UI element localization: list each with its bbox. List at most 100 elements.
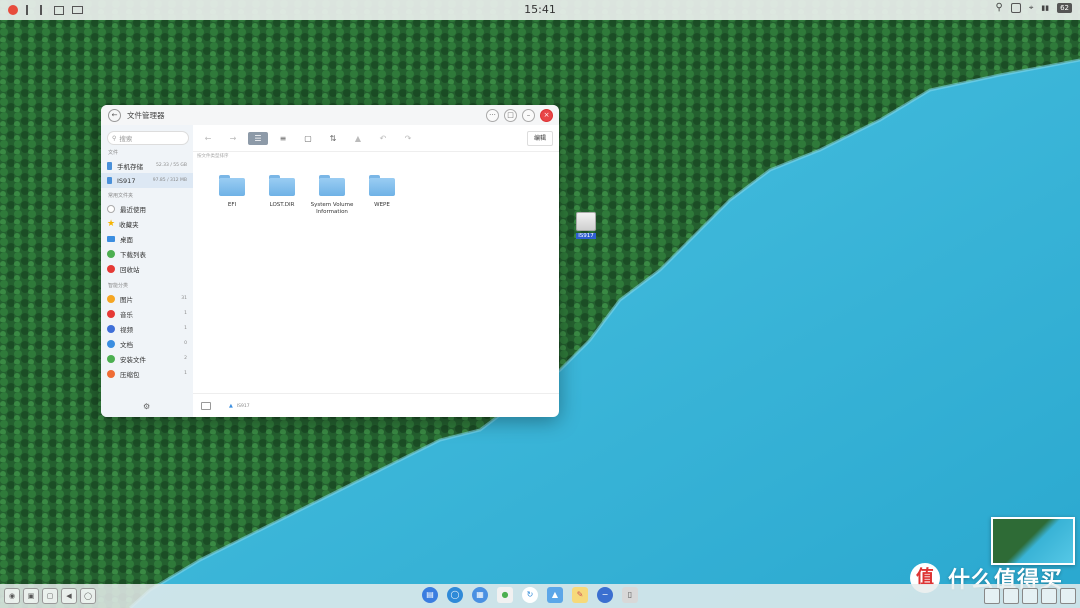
folder-name: System Volume Information: [310, 202, 354, 215]
sidebar-item-trash[interactable]: 回收站: [101, 261, 193, 276]
sidebar-item-label: 音乐: [120, 310, 133, 319]
wifi-icon: ⌖: [1028, 2, 1034, 12]
folder-item-system-volume-information[interactable]: System Volume Information: [307, 175, 357, 215]
folder-item-lost-dir[interactable]: LOST.DIR: [257, 175, 307, 215]
sidebar-item-label: 图片: [120, 295, 133, 304]
desktop-drive-shortcut[interactable]: IS917: [574, 212, 598, 239]
section-files: 文件: [108, 150, 119, 156]
file-area[interactable]: 按文件类型排序 EFI LOST.DIR System Volume Infor…: [193, 151, 559, 391]
tray-window-icon[interactable]: [1003, 588, 1019, 604]
wallpaper-thumbnail[interactable]: [991, 517, 1075, 565]
refresh-app-icon[interactable]: ↻: [522, 587, 538, 603]
record-icon[interactable]: [8, 5, 18, 15]
folder-name: EFI: [227, 202, 237, 208]
file-manager-window: ← 文件管理器 ··· □ – × ⚲ 搜索 文件 手机存储 52.33 / 5…: [101, 105, 559, 417]
sidebar-item-archives[interactable]: 压缩包 1: [101, 366, 193, 381]
clean-icon[interactable]: ▲: [348, 132, 368, 145]
tray-desktop-icon[interactable]: [1060, 588, 1076, 604]
app-drawer-icon[interactable]: ▦: [472, 587, 488, 603]
folder-item-wepe[interactable]: WEPE: [357, 175, 407, 215]
search-icon[interactable]: ⚲: [996, 2, 1003, 13]
sort-icon[interactable]: ⇅: [323, 132, 343, 145]
sidebar-item-documents[interactable]: 文档 0: [101, 336, 193, 351]
window-icon[interactable]: [1010, 2, 1021, 13]
nav-forward-icon[interactable]: →: [223, 132, 243, 145]
sidebar-item-label: 视频: [120, 325, 133, 334]
install-icon: [107, 354, 115, 363]
document-icon: [107, 339, 115, 348]
breadcrumb[interactable]: IS917: [237, 404, 250, 409]
browser-app-icon[interactable]: ◯: [447, 587, 463, 603]
folder-icon: [369, 175, 395, 196]
item-count: 0: [184, 341, 187, 346]
folder-name: LOST.DIR: [269, 202, 295, 208]
sidebar-item-phone-storage[interactable]: 手机存储 52.33 / 55 GB: [101, 158, 193, 173]
sidebar-item-images[interactable]: 图片 31: [101, 291, 193, 306]
sidebar-item-label: 回收站: [120, 265, 140, 274]
folder-icon: [269, 175, 295, 196]
settings-app-icon[interactable]: −: [597, 587, 613, 603]
tray-keyboard-icon[interactable]: [1041, 588, 1057, 604]
back-nav-icon[interactable]: ◀: [61, 588, 77, 604]
sidebar-item-label: 手机存储: [117, 162, 143, 171]
folder-name: WEPE: [374, 202, 390, 208]
desktop-icon: [107, 235, 115, 242]
drive-label: IS917: [576, 233, 596, 239]
window-switch-icon[interactable]: ▢: [42, 588, 58, 604]
section-smart: 智能分类: [108, 283, 129, 289]
undo-icon[interactable]: ↶: [373, 132, 393, 145]
window-titlebar[interactable]: ← 文件管理器 ··· □ – ×: [101, 105, 559, 125]
close-button[interactable]: ×: [540, 109, 553, 122]
sidebar-item-label: 收藏夹: [119, 220, 139, 229]
trash-icon: [107, 264, 115, 273]
item-count: 1: [184, 371, 187, 376]
sidebar-item-recent[interactable]: 最近使用: [101, 201, 193, 216]
sidebar-item-desktop[interactable]: 桌面: [101, 231, 193, 246]
folder-outline-icon[interactable]: [201, 402, 211, 410]
notes-app-icon[interactable]: ✎: [572, 587, 588, 603]
edit-button[interactable]: 编辑: [527, 131, 553, 146]
sidebar-item-music[interactable]: 音乐 1: [101, 306, 193, 321]
sidebar-item-label: 压缩包: [120, 370, 140, 379]
drive-icon: [107, 177, 112, 184]
item-count: 1: [184, 326, 187, 331]
home-icon[interactable]: ◯: [80, 588, 96, 604]
maximize-button[interactable]: □: [504, 109, 517, 122]
sort-hint: 按文件类型排序: [197, 154, 229, 159]
folder-item-efi[interactable]: EFI: [207, 175, 257, 215]
sidebar-item-label: 安装文件: [120, 355, 146, 364]
more-options-button[interactable]: ···: [486, 109, 499, 122]
sidebar-item-label: IS917: [117, 176, 136, 185]
search-input[interactable]: ⚲ 搜索: [107, 131, 189, 145]
gallery-app-icon[interactable]: ▲: [547, 587, 563, 603]
folder-icon: [219, 175, 245, 196]
back-icon[interactable]: ←: [108, 108, 121, 122]
icon-view-button[interactable]: ☰: [248, 131, 268, 145]
taskbar: ◉ ▣ ▢ ◀ ◯ ▤ ◯ ▦ ● ↻ ▲ ✎ − ▯: [0, 584, 1080, 608]
phone-icon: [107, 161, 112, 170]
new-folder-icon[interactable]: ▢: [298, 132, 318, 145]
tray-photo-icon[interactable]: [984, 588, 1000, 604]
sidebar-item-is917[interactable]: IS917 97.85 / 312 MB: [101, 173, 193, 188]
monitor-icon: [72, 6, 83, 14]
drive-icon: [576, 212, 596, 231]
list-view-button[interactable]: ≡: [273, 132, 293, 145]
folder-icon: [319, 175, 345, 196]
settings-gear-icon[interactable]: ⚙: [143, 402, 150, 411]
tray-window-icon[interactable]: [1022, 588, 1038, 604]
photos-app-icon[interactable]: ●: [497, 587, 513, 603]
file-manager-app-icon[interactable]: ▤: [422, 587, 438, 603]
trash-app-icon[interactable]: ▯: [622, 587, 638, 603]
sidebar-item-installers[interactable]: 安装文件 2: [101, 351, 193, 366]
nav-back-icon[interactable]: ←: [198, 132, 218, 145]
sidebar-item-favorites[interactable]: ★ 收藏夹: [101, 216, 193, 231]
sidebar-item-video[interactable]: 视频 1: [101, 321, 193, 336]
start-menu-icon[interactable]: ◉: [4, 588, 20, 604]
sidebar-item-downloads[interactable]: 下载列表: [101, 246, 193, 261]
redo-icon[interactable]: ↷: [398, 132, 418, 145]
multitask-icon[interactable]: ▣: [23, 588, 39, 604]
storage-size: 52.33 / 55 GB: [156, 163, 187, 168]
minimize-button[interactable]: –: [522, 109, 535, 122]
clock-icon: [107, 204, 115, 213]
window-title: 文件管理器: [127, 110, 165, 120]
